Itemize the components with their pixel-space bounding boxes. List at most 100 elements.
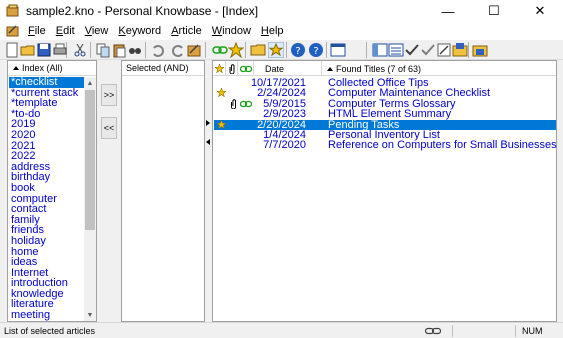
folder-icon[interactable] bbox=[250, 42, 266, 58]
column-link[interactable] bbox=[238, 61, 254, 76]
titles-column-label: Found Titles (7 of 63) bbox=[336, 63, 422, 74]
link-icon[interactable] bbox=[212, 42, 228, 58]
expand-right-icon[interactable] bbox=[205, 120, 210, 126]
menu-accelerator: V bbox=[84, 25, 92, 37]
paperclip-icon bbox=[231, 99, 236, 109]
index-item[interactable]: 2020 bbox=[9, 130, 89, 141]
toolbar-separator bbox=[286, 42, 287, 58]
index-scrollbar[interactable]: ▲ ▼ bbox=[84, 77, 96, 321]
export-icon[interactable] bbox=[452, 42, 468, 58]
menu-accelerator: A bbox=[171, 25, 179, 37]
article-icon[interactable] bbox=[186, 42, 202, 58]
app-icon[interactable] bbox=[6, 4, 20, 18]
scroll-down-icon[interactable]: ▼ bbox=[84, 309, 96, 321]
date-column-label: Date bbox=[265, 63, 285, 74]
link-icon bbox=[240, 100, 252, 107]
menu-window[interactable]: Window bbox=[212, 25, 257, 37]
menu-accelerator: W bbox=[211, 25, 223, 37]
cut-icon[interactable] bbox=[72, 42, 88, 58]
favorite-star-icon bbox=[217, 119, 226, 129]
menu-accelerator: E bbox=[55, 25, 64, 37]
column-date[interactable]: Date bbox=[254, 61, 322, 76]
redo-icon[interactable] bbox=[170, 42, 186, 58]
toolbar-separator bbox=[90, 42, 91, 58]
scroll-up-icon[interactable]: ▲ bbox=[84, 77, 96, 89]
star-column-icon bbox=[214, 64, 224, 73]
check-icon[interactable] bbox=[404, 42, 420, 58]
column-titles[interactable]: Found Titles (7 of 63) bbox=[322, 61, 558, 76]
print-icon[interactable] bbox=[52, 42, 68, 58]
result-title: Reference on Computers for Small Busines… bbox=[328, 139, 557, 152]
open-icon[interactable] bbox=[20, 42, 36, 58]
svg-text:?: ? bbox=[313, 46, 318, 57]
menu-keyword[interactable]: Keyword bbox=[118, 25, 167, 37]
status-divider bbox=[452, 325, 453, 337]
num-lock-indicator: NUM bbox=[522, 326, 543, 336]
copy-icon[interactable] bbox=[95, 42, 111, 58]
title-bar: sample2.kno - Personal Knowbase - [Index… bbox=[0, 0, 563, 22]
save-icon[interactable] bbox=[36, 42, 52, 58]
list-icon[interactable] bbox=[388, 42, 404, 58]
column-star[interactable] bbox=[213, 61, 226, 76]
status-divider bbox=[515, 325, 516, 337]
toolbar-separator bbox=[205, 42, 206, 58]
index-item[interactable]: meeting bbox=[9, 310, 89, 321]
toolbar-separator bbox=[245, 42, 246, 58]
link-column-icon bbox=[239, 65, 252, 72]
find-icon[interactable] bbox=[127, 42, 143, 58]
selected-header-label: Selected (AND) bbox=[126, 63, 189, 73]
edit-icon[interactable] bbox=[436, 42, 452, 58]
menu-help[interactable]: Help bbox=[261, 25, 290, 37]
menu-view[interactable]: View bbox=[85, 25, 115, 37]
index-list[interactable]: *checklist *current stack *template *to-do 2… bbox=[9, 77, 89, 321]
index-header-label: Index (All) bbox=[22, 63, 63, 73]
remove-keyword-button[interactable]: << bbox=[101, 117, 117, 139]
toolbar-separator bbox=[366, 42, 367, 58]
paperclip-column-icon bbox=[229, 63, 234, 74]
paste-icon[interactable] bbox=[111, 42, 127, 58]
close-button[interactable]: ✕ bbox=[517, 0, 563, 22]
menu-article[interactable]: Article bbox=[171, 25, 208, 37]
menu-file[interactable]: File bbox=[28, 25, 52, 37]
import-icon[interactable] bbox=[472, 42, 488, 58]
about-icon[interactable]: ? bbox=[308, 42, 324, 58]
result-row[interactable]: 7/7/2020 Reference on Computers for Small… bbox=[214, 139, 557, 152]
scroll-thumb[interactable] bbox=[85, 90, 95, 230]
sort-ascending-icon bbox=[13, 66, 19, 70]
link-status-icon bbox=[425, 327, 441, 335]
selected-panel[interactable]: Selected (AND) bbox=[121, 60, 205, 322]
index-item[interactable]: holiday bbox=[9, 236, 89, 247]
menu-edit[interactable]: Edit bbox=[56, 25, 81, 37]
maximize-button[interactable]: ☐ bbox=[471, 0, 517, 22]
results-header: Date Found Titles (7 of 63) bbox=[213, 61, 556, 76]
toolbar-separator bbox=[326, 42, 327, 58]
undo-icon[interactable] bbox=[150, 42, 166, 58]
column-attachment[interactable] bbox=[226, 61, 238, 76]
index-item[interactable]: *checklist bbox=[9, 77, 85, 88]
toolbar: ?? bbox=[0, 40, 563, 60]
help-icon[interactable]: ? bbox=[290, 42, 306, 58]
results-panel: Date Found Titles (7 of 63) 10/17/2021 Co… bbox=[212, 60, 557, 322]
sort-ascending-icon bbox=[327, 66, 333, 71]
new-icon[interactable] bbox=[4, 42, 20, 58]
favorite-filter-icon[interactable] bbox=[268, 42, 284, 58]
svg-text:?: ? bbox=[295, 46, 300, 57]
selected-header: Selected (AND) bbox=[122, 61, 204, 76]
expand-left-icon[interactable] bbox=[205, 139, 210, 145]
menu-accelerator: H bbox=[260, 25, 269, 37]
layout-icon[interactable] bbox=[372, 42, 388, 58]
status-bar: List of selected articles NUM bbox=[0, 322, 563, 338]
panes-icon[interactable] bbox=[330, 42, 346, 58]
add-keyword-button[interactable]: >> bbox=[101, 84, 117, 106]
toolbar-separator bbox=[145, 42, 146, 58]
index-header[interactable]: Index (All) bbox=[8, 61, 96, 76]
toolbar-separator bbox=[468, 42, 469, 58]
index-item[interactable]: book bbox=[9, 183, 89, 194]
spell-icon[interactable] bbox=[420, 42, 436, 58]
pane-splitter[interactable] bbox=[205, 120, 210, 145]
minimize-button[interactable]: — bbox=[425, 0, 471, 22]
status-message: List of selected articles bbox=[4, 326, 96, 336]
document-menu-icon[interactable] bbox=[6, 24, 20, 38]
index-panel: Index (All) *checklist *current stack *tem… bbox=[7, 60, 97, 322]
star-icon[interactable] bbox=[228, 42, 244, 58]
